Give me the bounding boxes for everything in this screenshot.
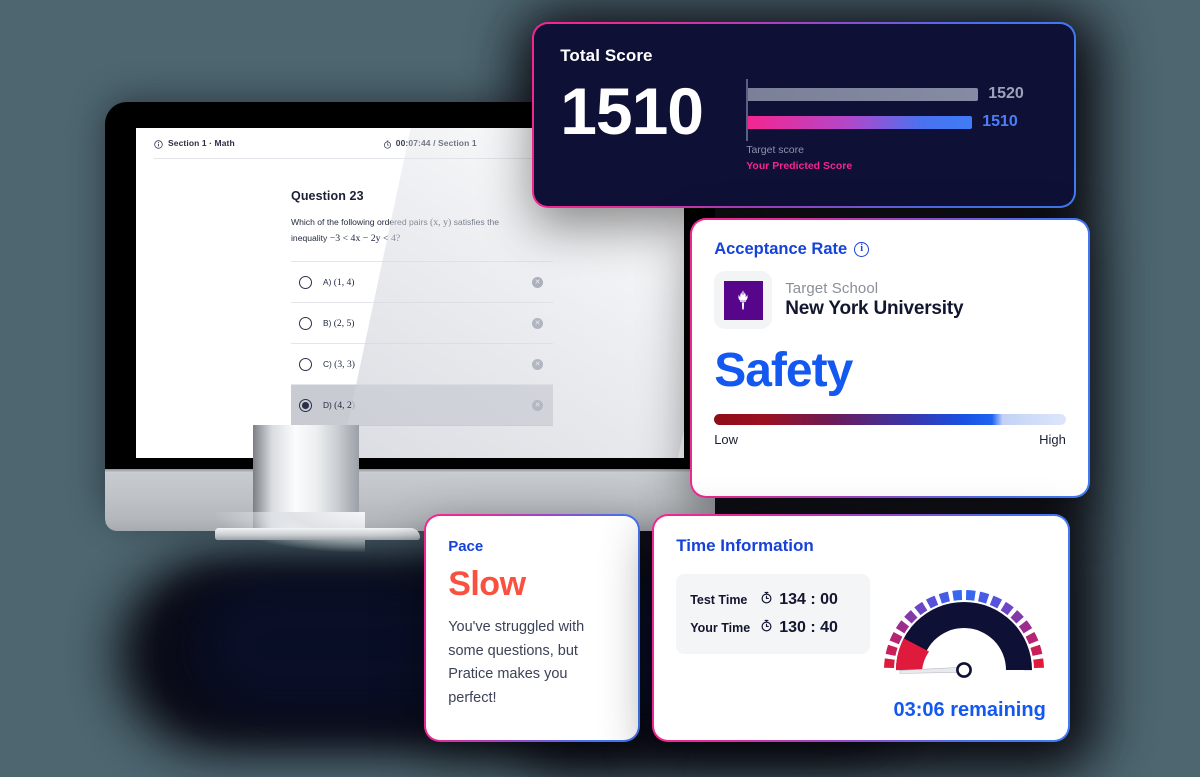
acceptance-scale-labels: Low High xyxy=(714,432,1066,447)
legend-target-score: Target score xyxy=(746,144,804,157)
target-score-value: 1520 xyxy=(988,85,1024,103)
monitor-stand-base xyxy=(215,528,420,540)
acceptance-rate-header: Acceptance Rate i xyxy=(714,240,1066,259)
timer-text: 00:07:44 / Section 1 xyxy=(395,138,477,148)
section-label: Section 1 · Math xyxy=(168,138,235,148)
time-information-title: Time Information xyxy=(676,536,814,556)
school-sublabel: Target School xyxy=(785,280,879,298)
target-school-row: Target School New York University xyxy=(714,271,1066,330)
gauge-segment xyxy=(989,595,1002,609)
nyu-torch-icon xyxy=(723,280,763,320)
chart-axis-line xyxy=(746,79,749,142)
cross-circle-icon[interactable]: ✕ xyxy=(532,276,543,288)
gauge-segment xyxy=(1025,632,1039,645)
time-row-label: Test Time xyxy=(690,593,748,608)
time-row-value: 130 : 40 xyxy=(779,619,838,637)
gauge-segment xyxy=(1033,658,1044,669)
answer-option-label: B) (2, 5) xyxy=(323,317,355,329)
gauge-segment xyxy=(977,591,990,604)
scale-high-label: High xyxy=(1039,432,1066,448)
school-logo-tile xyxy=(714,271,773,330)
answer-option-label: D) (4, 2) xyxy=(323,399,355,411)
gauge-segment xyxy=(1018,620,1032,634)
gauge-segment xyxy=(914,602,928,616)
test-timer[interactable]: 00:07:44 / Section 1 xyxy=(383,138,477,149)
legend-predicted-score: Your Predicted Score xyxy=(746,160,853,173)
time-information-card: Time Information Test Time 134 : 00 Your T… xyxy=(652,514,1070,742)
answer-option-b[interactable]: B) (2, 5) ✕ xyxy=(291,303,553,345)
gauge-segment xyxy=(895,620,909,634)
answer-option-d[interactable]: D) (4, 2) ✕ xyxy=(291,385,553,427)
pace-verdict: Slow xyxy=(448,565,526,604)
total-score-title: Total Score xyxy=(560,46,653,66)
target-score-bar-row: 1520 xyxy=(746,85,1046,103)
gauge-segment xyxy=(1000,602,1014,616)
gauge-segment xyxy=(903,610,918,624)
stopwatch-icon xyxy=(760,591,773,609)
acceptance-rate-title: Acceptance Rate xyxy=(714,240,848,259)
acceptance-verdict: Safety xyxy=(714,344,853,398)
cross-circle-icon[interactable]: ✕ xyxy=(532,358,543,370)
total-score-card: Total Score 1510 1520 1510 Target score … xyxy=(532,22,1076,208)
prompt-math-1: (x, y) xyxy=(430,217,452,228)
cross-circle-icon[interactable]: ✕ xyxy=(532,399,543,411)
answer-option-a[interactable]: A) (1, 4) ✕ xyxy=(291,262,553,304)
time-row-value: 134 : 00 xyxy=(779,591,838,609)
predicted-score-bar-row: 1510 xyxy=(746,113,1046,131)
gauge-segment xyxy=(952,590,962,601)
score-bar-chart: 1520 1510 Target score Your Predicted Sc… xyxy=(746,79,1046,175)
time-row: Your Time 130 : 40 xyxy=(690,614,856,642)
radio-button[interactable] xyxy=(299,357,312,371)
cross-circle-icon[interactable]: ✕ xyxy=(532,317,543,329)
answer-options-list: A) (1, 4) ✕ B) (2, 5) ✕ C) (3, 3) ✕ D) (4, 2) ✕ xyxy=(291,261,553,427)
time-remaining-label: 03:06 remaining xyxy=(893,698,1046,721)
pace-description: You've struggled with some questions, bu… xyxy=(448,619,585,706)
gauge-hub xyxy=(955,662,972,679)
gauge-segment xyxy=(885,644,898,657)
prompt-math-2: −3 < 4x − 2y < 4? xyxy=(329,233,401,245)
stopwatch-icon xyxy=(383,140,392,149)
school-text-block: Target School New York University xyxy=(785,280,963,320)
scale-low-label: Low xyxy=(714,432,739,448)
gauge-segment xyxy=(925,595,939,609)
time-row-label: Your Time xyxy=(690,621,751,636)
school-name: New York University xyxy=(785,298,964,320)
gauge-segment xyxy=(1030,644,1043,657)
target-score-bar xyxy=(746,87,979,101)
info-circle-icon xyxy=(154,139,163,149)
info-circle-icon[interactable]: i xyxy=(854,242,870,258)
gauge-segment xyxy=(883,658,895,669)
radio-button[interactable] xyxy=(299,316,312,330)
gauge-segment xyxy=(938,591,950,604)
predicted-score-value: 1510 xyxy=(982,113,1018,131)
answer-option-label: C) (3, 3) xyxy=(323,358,355,370)
radio-button[interactable] xyxy=(299,398,312,412)
speedometer-gauge xyxy=(878,574,1050,682)
stopwatch-icon xyxy=(760,619,773,637)
acceptance-rate-card: Acceptance Rate i Target School New York… xyxy=(690,218,1090,498)
time-row-value-group: 134 : 00 xyxy=(760,591,838,609)
radio-button[interactable] xyxy=(299,275,312,289)
gauge-segment xyxy=(1010,610,1024,624)
acceptance-rate-scale xyxy=(714,414,1066,426)
predicted-score-bar xyxy=(746,115,973,129)
pace-card: Pace Slow You've struggled with some que… xyxy=(424,514,640,742)
gauge-segment xyxy=(965,590,976,601)
score-chart-legend: Target score Your Predicted Score xyxy=(746,142,1046,175)
gauge-segment xyxy=(889,632,903,645)
answer-option-c[interactable]: C) (3, 3) ✕ xyxy=(291,344,553,386)
question-prompt: Which of the following ordered pairs (x,… xyxy=(291,215,536,247)
time-stats-table: Test Time 134 : 00 Your Time 130 : 40 xyxy=(676,574,871,655)
pace-title: Pace xyxy=(448,538,484,556)
time-row: Test Time 134 : 00 xyxy=(690,586,856,614)
answer-option-label: A) (1, 4) xyxy=(323,276,355,288)
prompt-text-1: Which of the following ordered pairs xyxy=(291,217,431,227)
time-row-value-group: 130 : 40 xyxy=(760,619,838,637)
screenshot-stage: Section 1 · Math 00:07:44 / Section 1 F xyxy=(0,0,1200,777)
